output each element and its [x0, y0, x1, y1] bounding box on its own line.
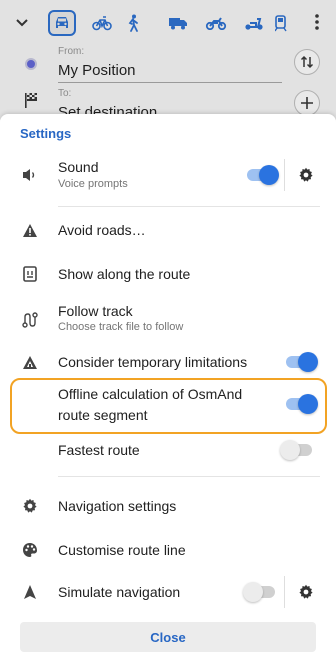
- sound-row[interactable]: Sound Voice prompts: [0, 154, 336, 198]
- section-divider: [58, 206, 320, 207]
- navigation-arrow-icon: [20, 582, 40, 602]
- fastest-route-label: Fastest route: [58, 442, 140, 458]
- transport-mode-bar: [0, 8, 336, 38]
- to-label: To:: [58, 88, 72, 99]
- settings-sheet: Settings Sound Voice prompts Avoid roads…: [0, 114, 336, 664]
- destination-flag-icon: [24, 92, 38, 113]
- follow-track-label: Follow track: [58, 303, 133, 319]
- route-planner-header: From: My Position To: Set destination: [0, 0, 336, 120]
- moped-icon[interactable]: [240, 10, 268, 36]
- from-label: From:: [58, 46, 85, 57]
- follow-track-row[interactable]: Follow track Choose track file to follow: [0, 298, 336, 342]
- simulate-settings-gear-icon[interactable]: [296, 582, 316, 602]
- temp-limits-label: Consider temporary limitations: [58, 354, 248, 370]
- fastest-route-toggle[interactable]: [280, 440, 314, 460]
- plus-icon: [301, 97, 313, 109]
- simulate-label: Simulate navigation: [58, 584, 181, 600]
- bicycle-icon[interactable]: [88, 10, 116, 36]
- fastest-route-row[interactable]: Fastest route: [0, 436, 336, 464]
- add-intermediate-button[interactable]: [294, 90, 320, 116]
- sound-divider: [284, 159, 285, 191]
- swap-arrows-icon: [300, 55, 314, 69]
- truck-icon[interactable]: [164, 10, 192, 36]
- from-divider: [58, 82, 282, 83]
- show-along-row[interactable]: Show along the route: [0, 256, 336, 292]
- motorcycle-icon[interactable]: [202, 10, 230, 36]
- current-position-icon: [25, 58, 37, 70]
- sound-toggle[interactable]: [245, 165, 279, 185]
- public-transport-icon[interactable]: [272, 10, 290, 36]
- swap-points-button[interactable]: [294, 49, 320, 75]
- nav-settings-label: Navigation settings: [58, 498, 177, 514]
- warning-icon: [20, 220, 40, 240]
- car-icon[interactable]: [48, 10, 76, 36]
- from-field[interactable]: My Position: [58, 62, 136, 79]
- highlight-frame: [10, 378, 327, 434]
- settings-title: Settings: [20, 126, 72, 141]
- sound-label: Sound: [58, 159, 99, 175]
- customise-line-label: Customise route line: [58, 542, 186, 558]
- temp-limits-toggle[interactable]: [284, 352, 318, 372]
- avoid-roads-label: Avoid roads…: [58, 222, 146, 238]
- chevron-down-icon[interactable]: [14, 14, 30, 35]
- temp-limits-row[interactable]: Consider temporary limitations: [0, 346, 336, 378]
- palette-icon: [20, 540, 40, 560]
- gear-icon: [20, 496, 40, 516]
- close-button[interactable]: Close: [20, 622, 316, 652]
- track-icon: [20, 310, 40, 330]
- sound-sub: Voice prompts: [58, 178, 128, 190]
- more-options-icon[interactable]: [314, 13, 320, 36]
- simulate-toggle[interactable]: [243, 582, 277, 602]
- simulate-row[interactable]: Simulate navigation: [0, 574, 336, 610]
- follow-track-sub: Choose track file to follow: [58, 321, 184, 333]
- simulate-divider: [284, 576, 285, 608]
- poi-list-icon: [20, 264, 40, 284]
- avoid-roads-row[interactable]: Avoid roads…: [0, 212, 336, 248]
- sound-settings-gear-icon[interactable]: [296, 165, 316, 185]
- speaker-icon: [20, 165, 40, 185]
- pedestrian-icon[interactable]: [119, 10, 147, 36]
- roadworks-warning-icon: [20, 352, 40, 372]
- section-divider: [58, 476, 320, 477]
- customise-line-row[interactable]: Customise route line: [0, 534, 336, 566]
- nav-settings-row[interactable]: Navigation settings: [0, 490, 336, 522]
- show-along-label: Show along the route: [58, 266, 191, 282]
